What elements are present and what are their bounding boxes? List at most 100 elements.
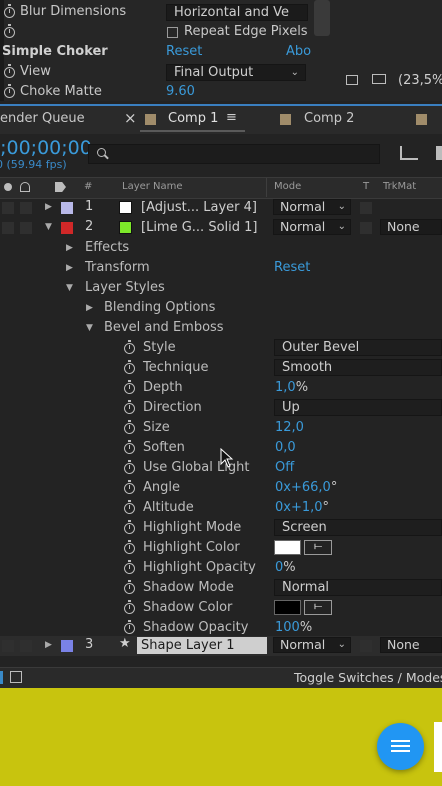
- layer-mode-dropdown[interactable]: Normal ⌄: [273, 219, 351, 235]
- stopwatch-icon[interactable]: [124, 580, 135, 594]
- layer-name[interactable]: Shape Layer 1: [137, 637, 267, 654]
- trkmat-dropdown[interactable]: None: [380, 637, 442, 653]
- solo-switch[interactable]: [2, 202, 14, 214]
- layer-styles-group[interactable]: ▼ Layer Styles: [0, 278, 442, 298]
- expand-triangle-icon[interactable]: ▶: [86, 303, 93, 313]
- stopwatch-icon[interactable]: [4, 64, 15, 78]
- use-global-light-value[interactable]: Off: [275, 460, 294, 475]
- region-icon[interactable]: [346, 75, 358, 85]
- expand-triangle-icon[interactable]: ▶: [45, 640, 52, 650]
- style-dropdown[interactable]: Outer Bevel: [274, 339, 442, 356]
- prop-value[interactable]: 100: [275, 620, 300, 635]
- shadow-mode-dropdown[interactable]: Normal: [274, 579, 442, 596]
- stopwatch-icon[interactable]: [124, 380, 135, 394]
- stopwatch-icon[interactable]: [124, 540, 135, 554]
- stopwatch-icon[interactable]: [4, 84, 15, 98]
- expand-triangle-icon[interactable]: ▶: [66, 243, 73, 253]
- label-color[interactable]: [61, 222, 73, 234]
- blending-options-group[interactable]: ▶ Blending Options: [0, 298, 442, 318]
- tab-menu-icon[interactable]: ≡: [226, 110, 237, 125]
- repeat-edge-checkbox[interactable]: [167, 27, 178, 38]
- stopwatch-icon[interactable]: [124, 600, 135, 614]
- switches-icon[interactable]: [10, 671, 22, 683]
- expand-triangle-icon[interactable]: ▶: [66, 263, 73, 273]
- lock-switch[interactable]: [20, 222, 32, 234]
- highlight-opacity-value[interactable]: 0%: [275, 560, 296, 575]
- timecode[interactable]: 0;00;00;00: [0, 137, 92, 159]
- view-dropdown[interactable]: Final Output ⌄: [166, 64, 306, 81]
- shadow-opacity-value[interactable]: 100%: [275, 620, 312, 635]
- tab-comp-2[interactable]: Comp 2: [304, 111, 354, 126]
- more-options-icon[interactable]: [436, 146, 442, 160]
- bevel-emboss-group[interactable]: ▼ Bevel and Emboss: [0, 318, 442, 338]
- stopwatch-icon[interactable]: [124, 420, 135, 434]
- preserve-transparency-switch[interactable]: [360, 222, 372, 234]
- trkmat-dropdown[interactable]: None: [380, 219, 442, 235]
- stopwatch-icon[interactable]: [4, 24, 15, 38]
- about-link[interactable]: Abo: [286, 44, 311, 59]
- stopwatch-icon[interactable]: [124, 620, 135, 634]
- monitor-icon[interactable]: [372, 74, 386, 84]
- stopwatch-icon[interactable]: [124, 480, 135, 494]
- lock-icon[interactable]: [20, 182, 30, 192]
- label-color[interactable]: [61, 640, 73, 652]
- highlight-color-swatch[interactable]: [274, 540, 301, 555]
- blur-dimensions-dropdown[interactable]: Horizontal and Ve: [166, 4, 308, 21]
- altitude-value[interactable]: 0x+1,0°: [275, 500, 329, 515]
- stopwatch-icon[interactable]: [124, 500, 135, 514]
- prop-value[interactable]: 0x+66,0: [275, 480, 331, 495]
- size-value[interactable]: 12,0: [275, 420, 304, 435]
- lock-switch[interactable]: [20, 202, 32, 214]
- prop-value[interactable]: 1,0: [275, 380, 296, 395]
- collapse-triangle-icon[interactable]: ▼: [86, 323, 93, 333]
- tab-render-queue[interactable]: ender Queue: [0, 111, 85, 126]
- solo-icon[interactable]: [4, 183, 12, 191]
- effects-group[interactable]: ▶ Effects: [0, 238, 442, 258]
- technique-dropdown[interactable]: Smooth: [274, 359, 442, 376]
- solo-switch[interactable]: [2, 222, 14, 234]
- layer-name[interactable]: [Adjust... Layer 4]: [137, 199, 265, 216]
- solo-switch[interactable]: [2, 640, 14, 652]
- eyedropper-icon[interactable]: ⟝: [304, 600, 332, 615]
- layer-mode-dropdown[interactable]: Normal ⌄: [273, 637, 351, 653]
- stopwatch-icon[interactable]: [124, 340, 135, 354]
- prop-value[interactable]: 0x+1,0: [275, 500, 323, 515]
- highlight-mode-dropdown[interactable]: Screen: [274, 519, 442, 536]
- stopwatch-icon[interactable]: [124, 440, 135, 454]
- collapse-triangle-icon[interactable]: ▼: [45, 222, 52, 232]
- column-layer-name[interactable]: Layer Name: [122, 181, 183, 192]
- preserve-transparency-switch[interactable]: [360, 640, 372, 652]
- zoom-level[interactable]: (23,5%: [398, 73, 442, 88]
- angle-value[interactable]: 0x+66,0°: [275, 480, 337, 495]
- layer-search-input[interactable]: [88, 144, 380, 164]
- stopwatch-icon[interactable]: [4, 4, 15, 18]
- layer-mode-dropdown[interactable]: Normal ⌄: [273, 199, 351, 215]
- stopwatch-icon[interactable]: [124, 360, 135, 374]
- shadow-color-swatch[interactable]: [274, 600, 301, 615]
- label-tag-icon[interactable]: [55, 182, 66, 192]
- depth-value[interactable]: 1,0%: [275, 380, 308, 395]
- menu-button[interactable]: [377, 723, 424, 770]
- layer-row-2[interactable]: ▼ 2 [Lime G... Solid 1] Normal ⌄ None: [0, 218, 442, 237]
- transform-group[interactable]: ▶ Transform Reset: [0, 258, 442, 278]
- eyedropper-icon[interactable]: ⟝: [304, 540, 332, 555]
- layer-row-1[interactable]: ▶ 1 [Adjust... Layer 4] Normal ⌄: [0, 198, 442, 217]
- close-icon[interactable]: ×: [124, 109, 137, 127]
- stopwatch-icon[interactable]: [124, 520, 135, 534]
- stopwatch-icon[interactable]: [124, 460, 135, 474]
- scrollbar[interactable]: [314, 0, 330, 36]
- reset-link[interactable]: Reset: [166, 44, 202, 59]
- tab-comp-1[interactable]: Comp 1: [168, 111, 218, 126]
- expand-triangle-icon[interactable]: ▶: [45, 202, 52, 212]
- graph-flow-icon[interactable]: [400, 146, 418, 160]
- preserve-transparency-switch[interactable]: [360, 202, 372, 214]
- label-color[interactable]: [61, 202, 73, 214]
- stopwatch-icon[interactable]: [124, 560, 135, 574]
- layer-row-3[interactable]: ▶ 3 ★ Shape Layer 1 Normal ⌄ None: [0, 636, 442, 656]
- soften-value[interactable]: 0,0: [275, 440, 296, 455]
- direction-dropdown[interactable]: Up: [274, 399, 442, 416]
- choke-matte-value[interactable]: 9.60: [166, 84, 195, 99]
- transform-reset-link[interactable]: Reset: [274, 260, 310, 275]
- collapse-triangle-icon[interactable]: ▼: [66, 283, 73, 293]
- toggle-switches-modes[interactable]: Toggle Switches / Modes: [294, 670, 442, 685]
